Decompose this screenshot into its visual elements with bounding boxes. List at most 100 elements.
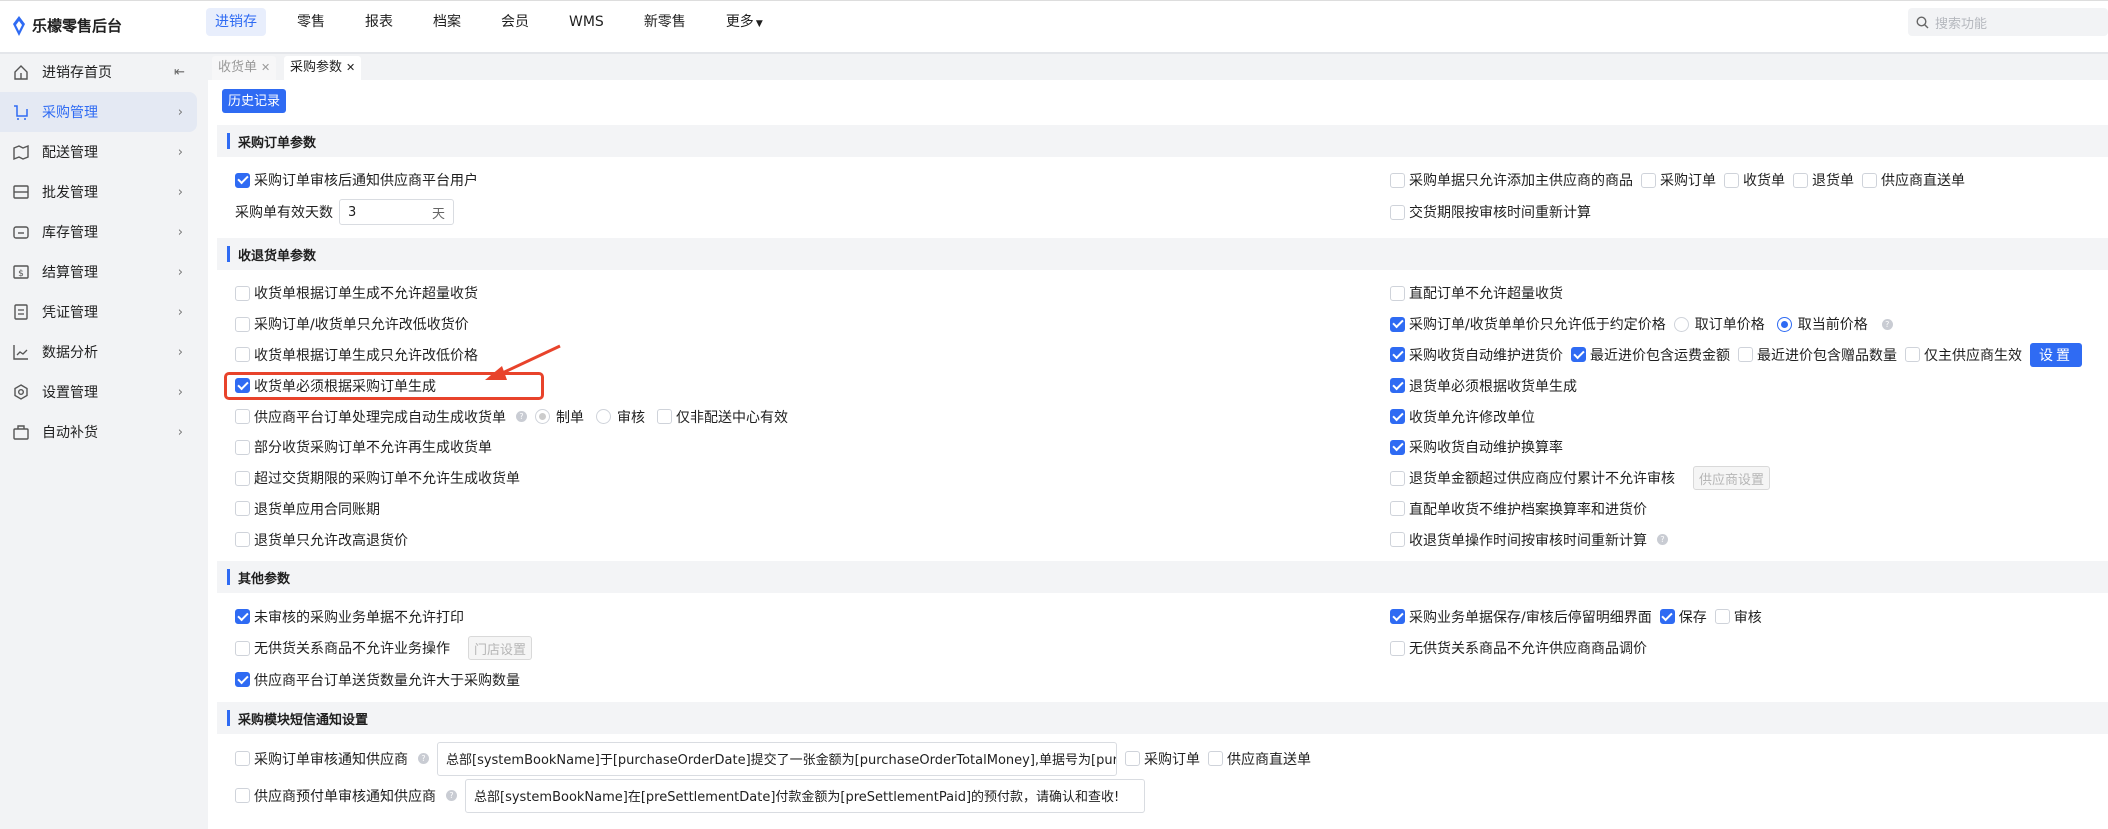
checkbox[interactable] [1390, 439, 1405, 455]
checkbox[interactable] [1390, 378, 1405, 394]
checkbox-option[interactable]: 直配订单不允许超量收货 [1390, 283, 1563, 303]
sms-template-input[interactable]: 总部[systemBookName]于[purchaseOrderDate]提交… [437, 741, 1117, 776]
radio-option[interactable]: 取当前价格 [1776, 314, 1868, 334]
checkbox[interactable] [235, 672, 250, 688]
sidebar-item[interactable]: 批发管理 › [0, 172, 197, 212]
checkbox[interactable] [235, 439, 250, 455]
checkbox-option[interactable]: 供应商直送单 [1862, 170, 1965, 190]
checkbox-option[interactable]: 采购业务单据保存/审核后停留明细界面 [1390, 607, 1652, 627]
nav-item[interactable]: 报表 [356, 8, 402, 36]
checkbox[interactable] [235, 751, 250, 766]
checkbox-option[interactable]: 交货期限按审核时间重新计算 [1390, 202, 1591, 222]
checkbox-option[interactable]: 直配单收货不维护档案换算率和进货价 [1390, 499, 1647, 519]
checkbox-option[interactable]: 最近进价包含赠品数量 [1738, 345, 1897, 365]
sidebar-item[interactable]: 库存管理 › [0, 212, 197, 252]
checkbox-option[interactable]: 供应商预付单审核通知供应商 [235, 786, 436, 806]
checkbox-option[interactable]: 收货单必须根据采购订单生成 [235, 376, 436, 396]
nav-item[interactable]: WMS [560, 8, 613, 36]
checkbox[interactable] [235, 409, 250, 425]
sidebar-item[interactable]: 配送管理 › [0, 132, 197, 172]
checkbox-option[interactable]: 退货单必须根据收货单生成 [1390, 376, 1577, 396]
checkbox-option[interactable]: 未审核的采购业务单据不允许打印 [235, 607, 464, 627]
radio-button[interactable] [535, 409, 550, 425]
checkbox[interactable] [235, 609, 250, 625]
checkbox-option[interactable]: 收货单根据订单生成只允许改低价格 [235, 345, 478, 365]
sidebar-item[interactable]: 进销存首页 ⇤ [0, 52, 197, 92]
checkbox-option[interactable]: 退货单 [1793, 170, 1854, 190]
checkbox[interactable] [1714, 609, 1730, 625]
checkbox[interactable] [1659, 609, 1675, 625]
checkbox[interactable] [657, 409, 672, 425]
checkbox[interactable] [1905, 347, 1920, 363]
checkbox[interactable] [235, 501, 250, 517]
help-icon[interactable]: ? [1657, 534, 1668, 546]
checkbox[interactable] [235, 532, 250, 548]
checkbox-option[interactable]: 收货单允许修改单位 [1390, 407, 1535, 427]
checkbox[interactable] [1390, 172, 1405, 188]
checkbox-option[interactable]: 采购订单/收货单只允许改低收货价 [235, 314, 469, 334]
checkbox[interactable] [1738, 347, 1753, 363]
checkbox[interactable] [235, 172, 250, 188]
app-logo[interactable]: 乐檬零售后台 [12, 15, 122, 36]
checkbox[interactable] [1793, 172, 1808, 188]
sidebar-item[interactable]: 凭证管理 › [0, 292, 197, 332]
checkbox[interactable] [235, 640, 250, 656]
settings-disabled-button[interactable]: 门店设置 [468, 636, 533, 661]
checkbox[interactable] [235, 788, 250, 803]
checkbox-option[interactable]: 采购订单 [1641, 170, 1716, 190]
checkbox-option[interactable]: 超过交货期限的采购订单不允许生成收货单 [235, 468, 520, 488]
checkbox-option[interactable]: 采购订单/收货单单价只允许低于约定价格 [1390, 314, 1666, 334]
checkbox-option[interactable]: 无供货关系商品不允许供应商商品调价 [1390, 638, 1647, 658]
radio-option[interactable]: 取订单价格 [1673, 314, 1765, 334]
help-icon[interactable]: ? [516, 411, 527, 423]
checkbox-option[interactable]: 收货单根据订单生成不允许超量收货 [235, 283, 478, 303]
nav-item[interactable]: 进销存 [206, 8, 266, 36]
nav-item[interactable]: 会员 [492, 8, 538, 36]
checkbox-option[interactable]: 采购收货自动维护进货价 [1390, 345, 1563, 365]
help-icon[interactable]: ? [1881, 318, 1893, 330]
radio-button[interactable] [596, 409, 611, 425]
checkbox[interactable] [1390, 609, 1405, 625]
sidebar-item[interactable]: $ 结算管理 › [0, 252, 197, 292]
checkbox[interactable] [1125, 751, 1140, 766]
close-tab-icon[interactable]: ✕ [346, 61, 355, 74]
radio-option[interactable]: 制单 [535, 407, 584, 427]
checkbox[interactable] [1208, 751, 1223, 766]
checkbox[interactable] [1390, 470, 1405, 486]
checkbox[interactable] [1390, 640, 1405, 656]
checkbox-option[interactable]: 仅非配送中心有效 [657, 407, 788, 427]
checkbox[interactable] [1390, 532, 1405, 548]
checkbox[interactable] [1571, 347, 1586, 363]
nav-item[interactable]: 档案 [424, 8, 470, 36]
radio-button[interactable] [1776, 316, 1792, 332]
checkbox-option[interactable]: 采购订单审核通知供应商 [235, 749, 408, 769]
checkbox[interactable] [1862, 172, 1877, 188]
history-button[interactable]: 历史记录 [222, 89, 287, 113]
help-icon[interactable]: ? [418, 753, 429, 764]
sms-template-input[interactable]: 总部[systemBookName]在[preSettlementDate]付款… [465, 778, 1145, 813]
help-icon[interactable]: ? [446, 790, 457, 801]
checkbox-option[interactable]: 退货单只允许改高退货价 [235, 530, 408, 550]
close-tab-icon[interactable]: ✕ [261, 61, 270, 74]
tab[interactable]: 收货单 ✕ [212, 56, 277, 80]
checkbox-option[interactable]: 采购订单 [1125, 749, 1200, 769]
nav-item[interactable]: 新零售 [635, 8, 695, 36]
sidebar-item[interactable]: 数据分析 › [0, 332, 197, 372]
checkbox[interactable] [1724, 172, 1739, 188]
checkbox[interactable] [235, 347, 250, 363]
checkbox-option[interactable]: 收退货单操作时间按审核时间重新计算 [1390, 530, 1647, 550]
radio-option[interactable]: 审核 [596, 407, 645, 427]
checkbox[interactable] [1390, 347, 1405, 363]
sidebar-item[interactable]: 采购管理 › [0, 92, 197, 132]
checkbox[interactable] [235, 285, 250, 301]
checkbox-option[interactable]: 部分收货采购订单不允许再生成收货单 [235, 437, 492, 457]
checkbox[interactable] [235, 470, 250, 486]
checkbox[interactable] [1390, 204, 1405, 220]
checkbox[interactable] [235, 378, 250, 394]
checkbox-option[interactable]: 最近进价包含运费金额 [1571, 345, 1730, 365]
nav-item[interactable]: 更多 ▼ [717, 8, 772, 36]
checkbox-option[interactable]: 收货单 [1724, 170, 1785, 190]
checkbox-option[interactable]: 供应商直送单 [1208, 749, 1311, 769]
checkbox-option[interactable]: 无供货关系商品不允许业务操作 [235, 638, 450, 658]
tab[interactable]: 采购参数 ✕ [284, 56, 362, 80]
